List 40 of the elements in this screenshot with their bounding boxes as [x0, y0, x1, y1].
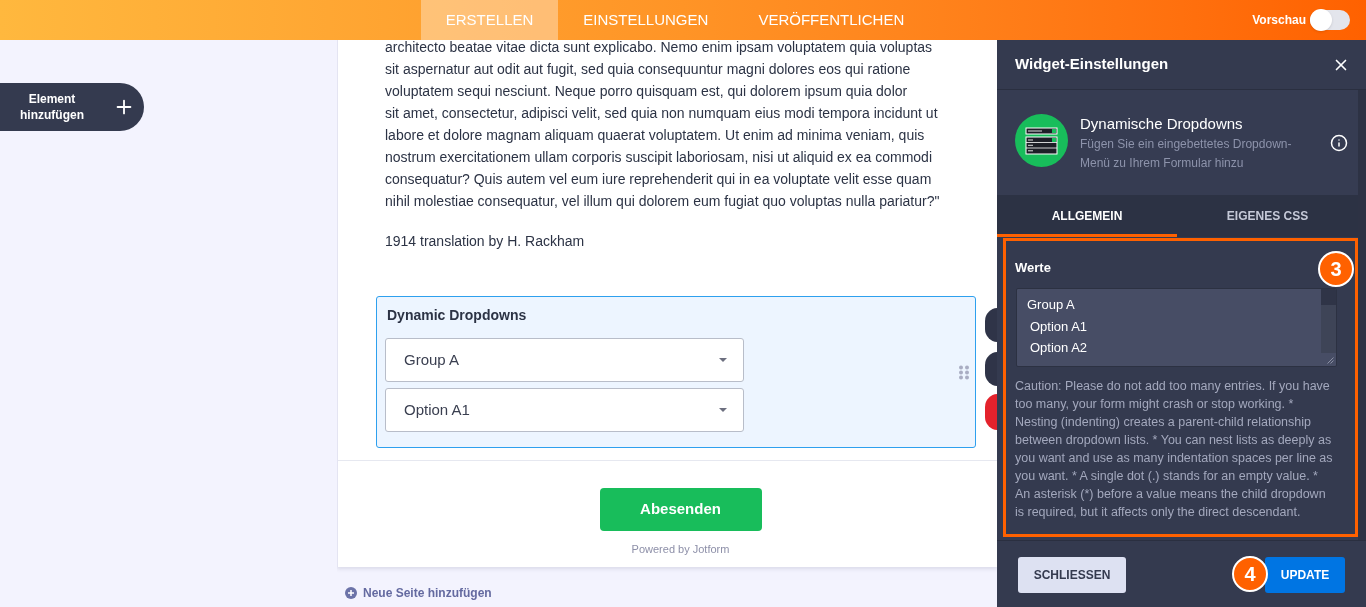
delete-button[interactable]: [985, 394, 997, 430]
add-element-button[interactable]: Element hinzufügen: [0, 83, 144, 131]
select-value: Group A: [404, 349, 460, 370]
widget-name: Dynamische Dropdowns: [1080, 114, 1243, 134]
caret-icon: [719, 408, 727, 412]
add-page-link[interactable]: Neue Seite hinzufügen: [345, 584, 492, 602]
caret-icon: [719, 358, 727, 362]
panel-tab[interactable]: ALLGEMEIN: [997, 195, 1177, 237]
close-button[interactable]: SCHLIESSEN: [1018, 557, 1126, 593]
scrollbar-thumb[interactable]: [1321, 289, 1336, 305]
paragraph: architecto beatae vitae dicta sunt explicabo. Nemo enim ipsam voluptatem quia voluptas sit aspernatur aut odit aut fugit, sed quia consequuntur magni dolores eos qui ratione voluptatem sequi nesciunt. Neque porro quisquam est, qui dolorem ipsum quia dolor sit amet, consectetur, adipisci velit, sed quia non numquam eius modi tempora incidunt ut labore et dolore magnam aliquam quaerat voluptatem. Ut enim ad minima veniam, quis nostrum exercitationem ullam corporis suscipit laboriosam, nisi ut aliquid ex ea commodi consequatur? Quis autem vel eum iure reprehenderit qui in ea voluptate velit esse quam nihil molestiae consequatur, vel illum qui dolorem eum fugiat quo voluptas nulla pariatur?": [385, 40, 941, 211]
dropdown-widget-icon: [1015, 114, 1068, 167]
scrollbar[interactable]: [1321, 289, 1336, 353]
select-value: Option A1: [404, 399, 470, 420]
caution-text: Caution: Please do not add too many entries. If you have too many, your form might crash or stop working. * Nesting (indenting) creates a parent-child relationship between dropdown lists. * You can nest lists as deeply as you want and use as many indentation spaces per line as you want. * A single dot (.) stands for an empty value. * An asterisk (*) before a value means the child dropdown is required, but it affects only the direct descendant.: [1015, 378, 1334, 521]
panel-tab[interactable]: EIGENES CSS: [1177, 195, 1358, 237]
side-action-button[interactable]: [985, 308, 997, 342]
field-label: Dynamic Dropdowns: [386, 306, 527, 324]
info-icon[interactable]: [1330, 134, 1348, 152]
panel-title: Widget-Einstellungen: [1015, 54, 1169, 75]
values-label: Werte: [1015, 260, 1051, 276]
drag-handle-icon[interactable]: [959, 365, 969, 380]
callout-badge: 3: [1318, 251, 1354, 287]
update-button[interactable]: UPDATE: [1265, 557, 1345, 593]
resize-grip-icon[interactable]: [1327, 357, 1334, 364]
preview-label: Vorschau: [1252, 12, 1306, 29]
credit-text: 1914 translation by H. Rackham: [385, 232, 585, 251]
select-field[interactable]: Group A: [385, 338, 744, 382]
callout-badge: 4: [1232, 556, 1268, 592]
widget-description: Fügen Sie ein eingebettetes Dropdown-Menü zu Ihrem Formular hinzu: [1080, 136, 1293, 172]
add-element-label: Element hinzufügen: [19, 91, 85, 123]
plus-circle-icon: [345, 587, 357, 599]
value-line: Option A1: [1030, 317, 1088, 336]
select-field[interactable]: Option A1: [385, 388, 744, 432]
value-line: Group A: [1027, 296, 1075, 314]
side-action-button[interactable]: [985, 352, 997, 386]
value-line: Option A2: [1030, 339, 1088, 357]
powered-by-text: Powered by Jotform: [631, 542, 730, 556]
values-textarea[interactable]: Group A Option A1 Option A2: [1016, 288, 1337, 367]
preview-toggle[interactable]: [1310, 10, 1350, 30]
